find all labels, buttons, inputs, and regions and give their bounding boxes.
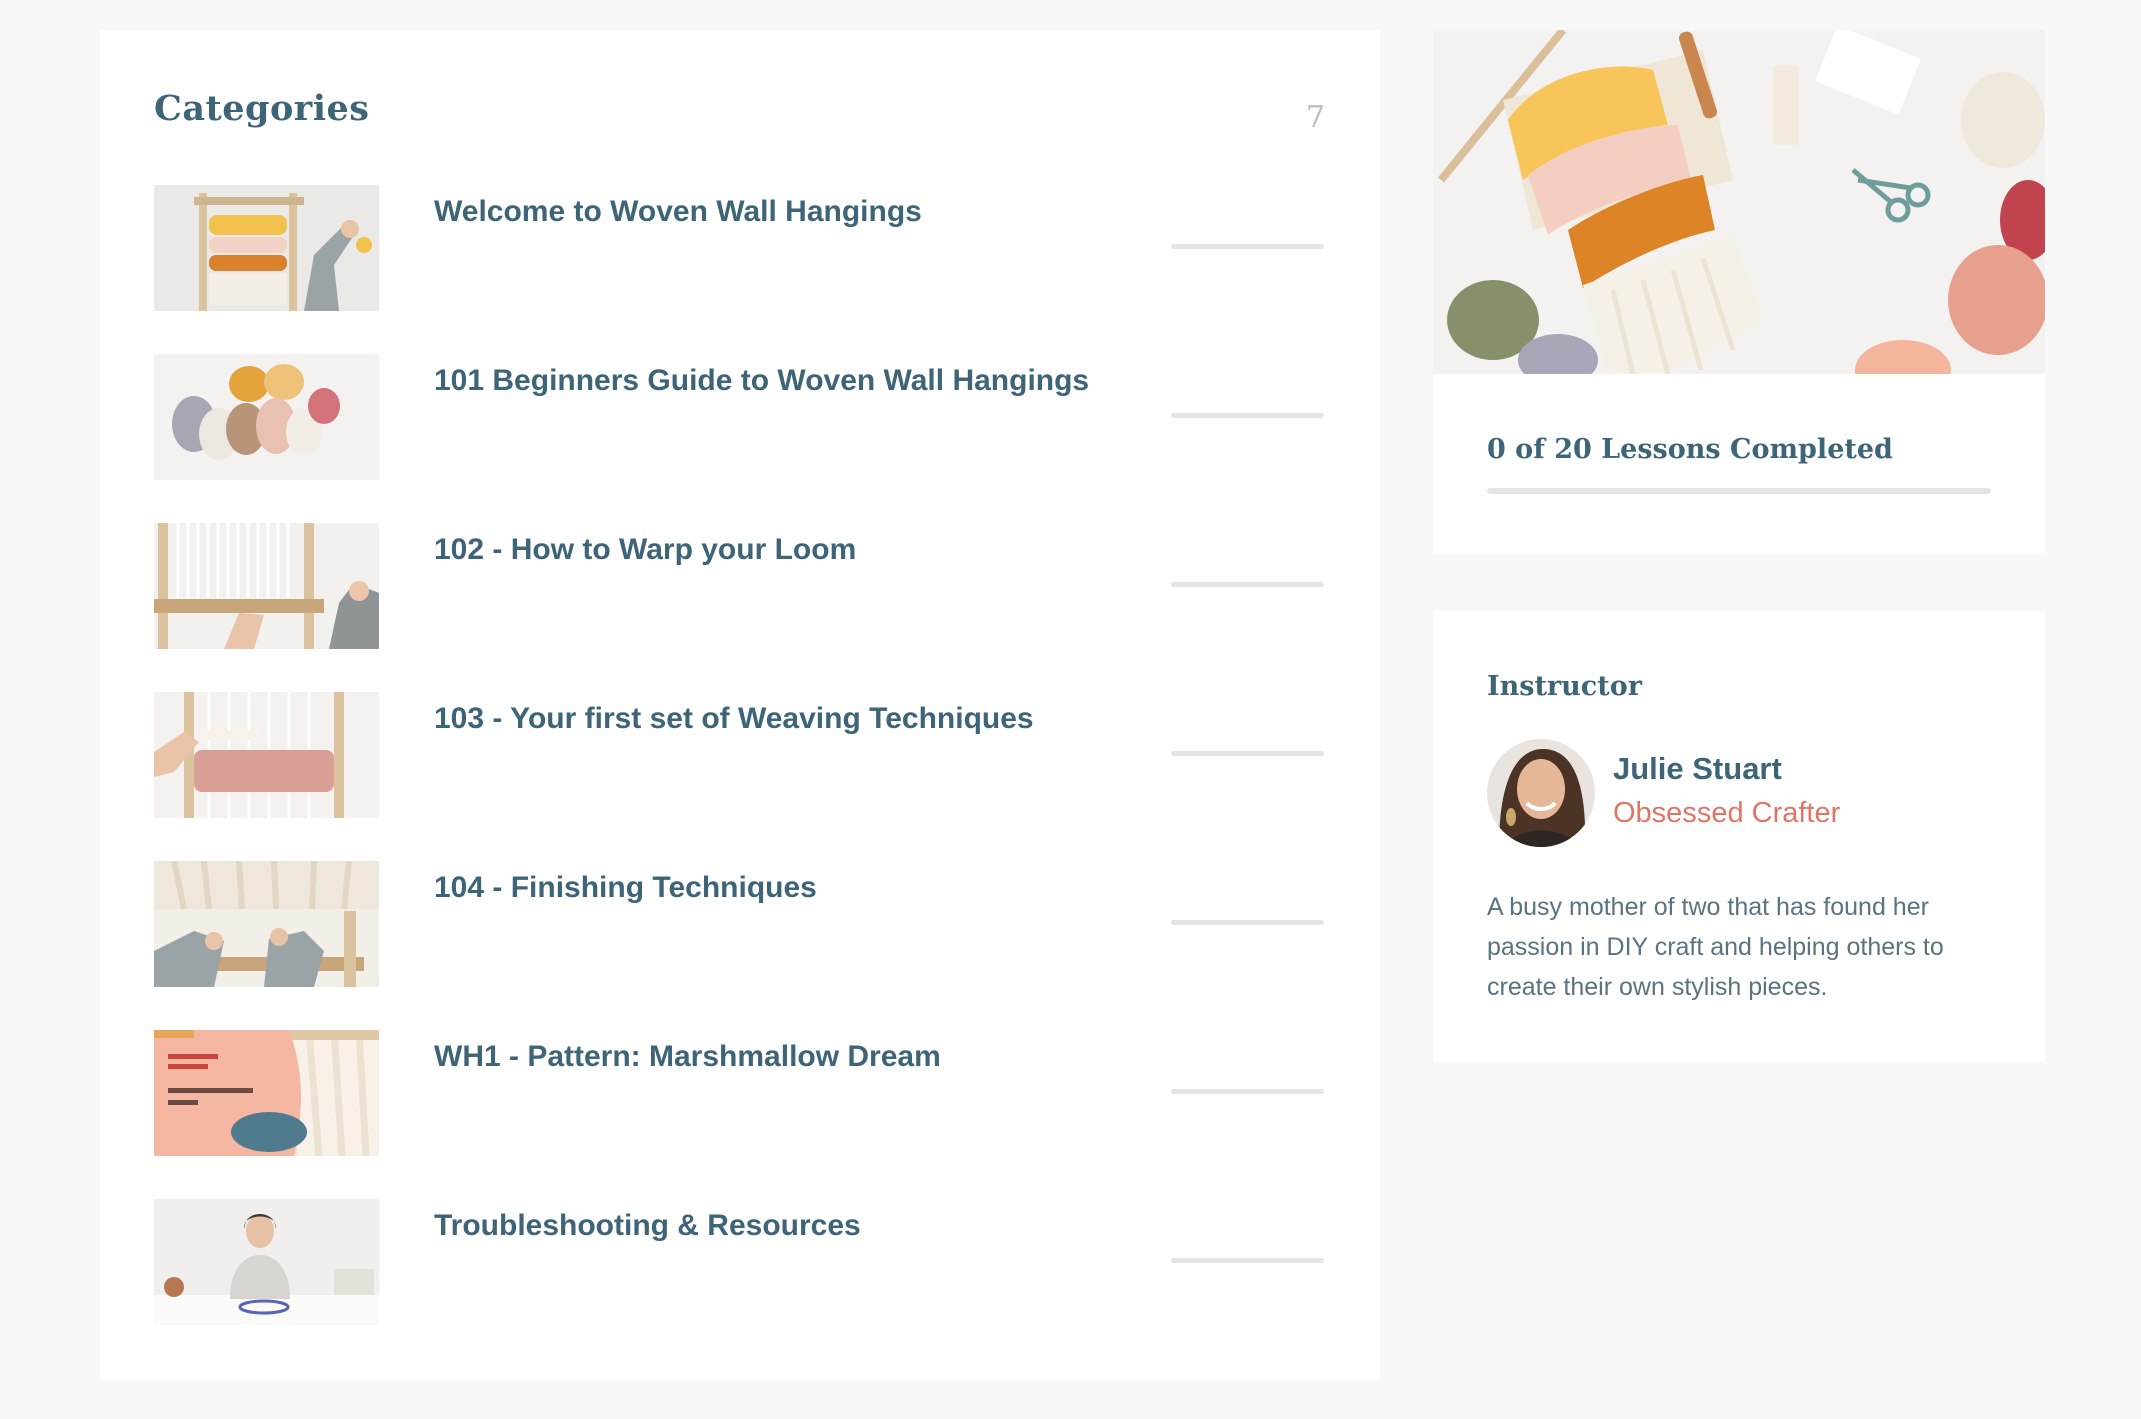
- category-progress-bar: [1171, 1089, 1324, 1094]
- category-thumbnail[interactable]: [154, 861, 379, 987]
- instructor-card: Instructor Julie Stuart Obsessed Crafter…: [1433, 611, 2045, 1062]
- category-progress-bar: [1171, 244, 1324, 249]
- category-list: Welcome to Woven Wall Hangings 101 Begin…: [154, 185, 1334, 1368]
- instructor-heading: Instructor: [1487, 671, 1642, 702]
- category-progress-bar: [1171, 920, 1324, 925]
- categories-title: Categories: [154, 88, 370, 129]
- category-item-102-warp[interactable]: 102 - How to Warp your Loom: [154, 523, 1334, 692]
- category-item-wh1-pattern[interactable]: WH1 - Pattern: Marshmallow Dream: [154, 1030, 1334, 1199]
- category-thumbnail[interactable]: [154, 1199, 379, 1325]
- category-progress-bar: [1171, 751, 1324, 756]
- category-title[interactable]: 102 - How to Warp your Loom: [434, 533, 856, 567]
- category-item-103-techniques[interactable]: 103 - Your first set of Weaving Techniqu…: [154, 692, 1334, 861]
- lessons-completed-text: 0 of 20 Lessons Completed: [1487, 434, 1893, 465]
- category-title[interactable]: WH1 - Pattern: Marshmallow Dream: [434, 1040, 941, 1074]
- category-thumbnail[interactable]: [154, 692, 379, 818]
- category-title[interactable]: 103 - Your first set of Weaving Techniqu…: [434, 702, 1034, 736]
- category-thumbnail[interactable]: [154, 185, 379, 311]
- category-progress-bar: [1171, 1258, 1324, 1263]
- category-thumbnail[interactable]: [154, 354, 379, 480]
- category-title[interactable]: Welcome to Woven Wall Hangings: [434, 195, 922, 229]
- category-item-101-beginners[interactable]: 101 Beginners Guide to Woven Wall Hangin…: [154, 354, 1334, 523]
- instructor-name[interactable]: Julie Stuart: [1613, 751, 1782, 787]
- category-progress-bar: [1171, 413, 1324, 418]
- instructor-role: Obsessed Crafter: [1613, 797, 1841, 829]
- lessons-progress-bar: [1487, 488, 1991, 494]
- category-thumbnail[interactable]: [154, 1030, 379, 1156]
- category-thumbnail[interactable]: [154, 523, 379, 649]
- categories-count: 7: [1305, 100, 1325, 135]
- category-item-troubleshooting[interactable]: Troubleshooting & Resources: [154, 1199, 1334, 1368]
- category-progress-bar: [1171, 582, 1324, 587]
- category-title[interactable]: 104 - Finishing Techniques: [434, 871, 817, 905]
- category-title[interactable]: Troubleshooting & Resources: [434, 1209, 861, 1243]
- instructor-bio: A busy mother of two that has found her …: [1487, 893, 1944, 1001]
- category-title[interactable]: 101 Beginners Guide to Woven Wall Hangin…: [434, 364, 1089, 398]
- category-item-welcome[interactable]: Welcome to Woven Wall Hangings: [154, 185, 1334, 354]
- category-item-104-finishing[interactable]: 104 - Finishing Techniques: [154, 861, 1334, 1030]
- categories-card: Categories 7 Welcome to Woven Wall Hangi…: [100, 30, 1380, 1380]
- course-progress-card: 0 of 20 Lessons Completed: [1433, 30, 2045, 553]
- course-hero-image: [1433, 30, 2045, 374]
- avatar: [1487, 739, 1595, 847]
